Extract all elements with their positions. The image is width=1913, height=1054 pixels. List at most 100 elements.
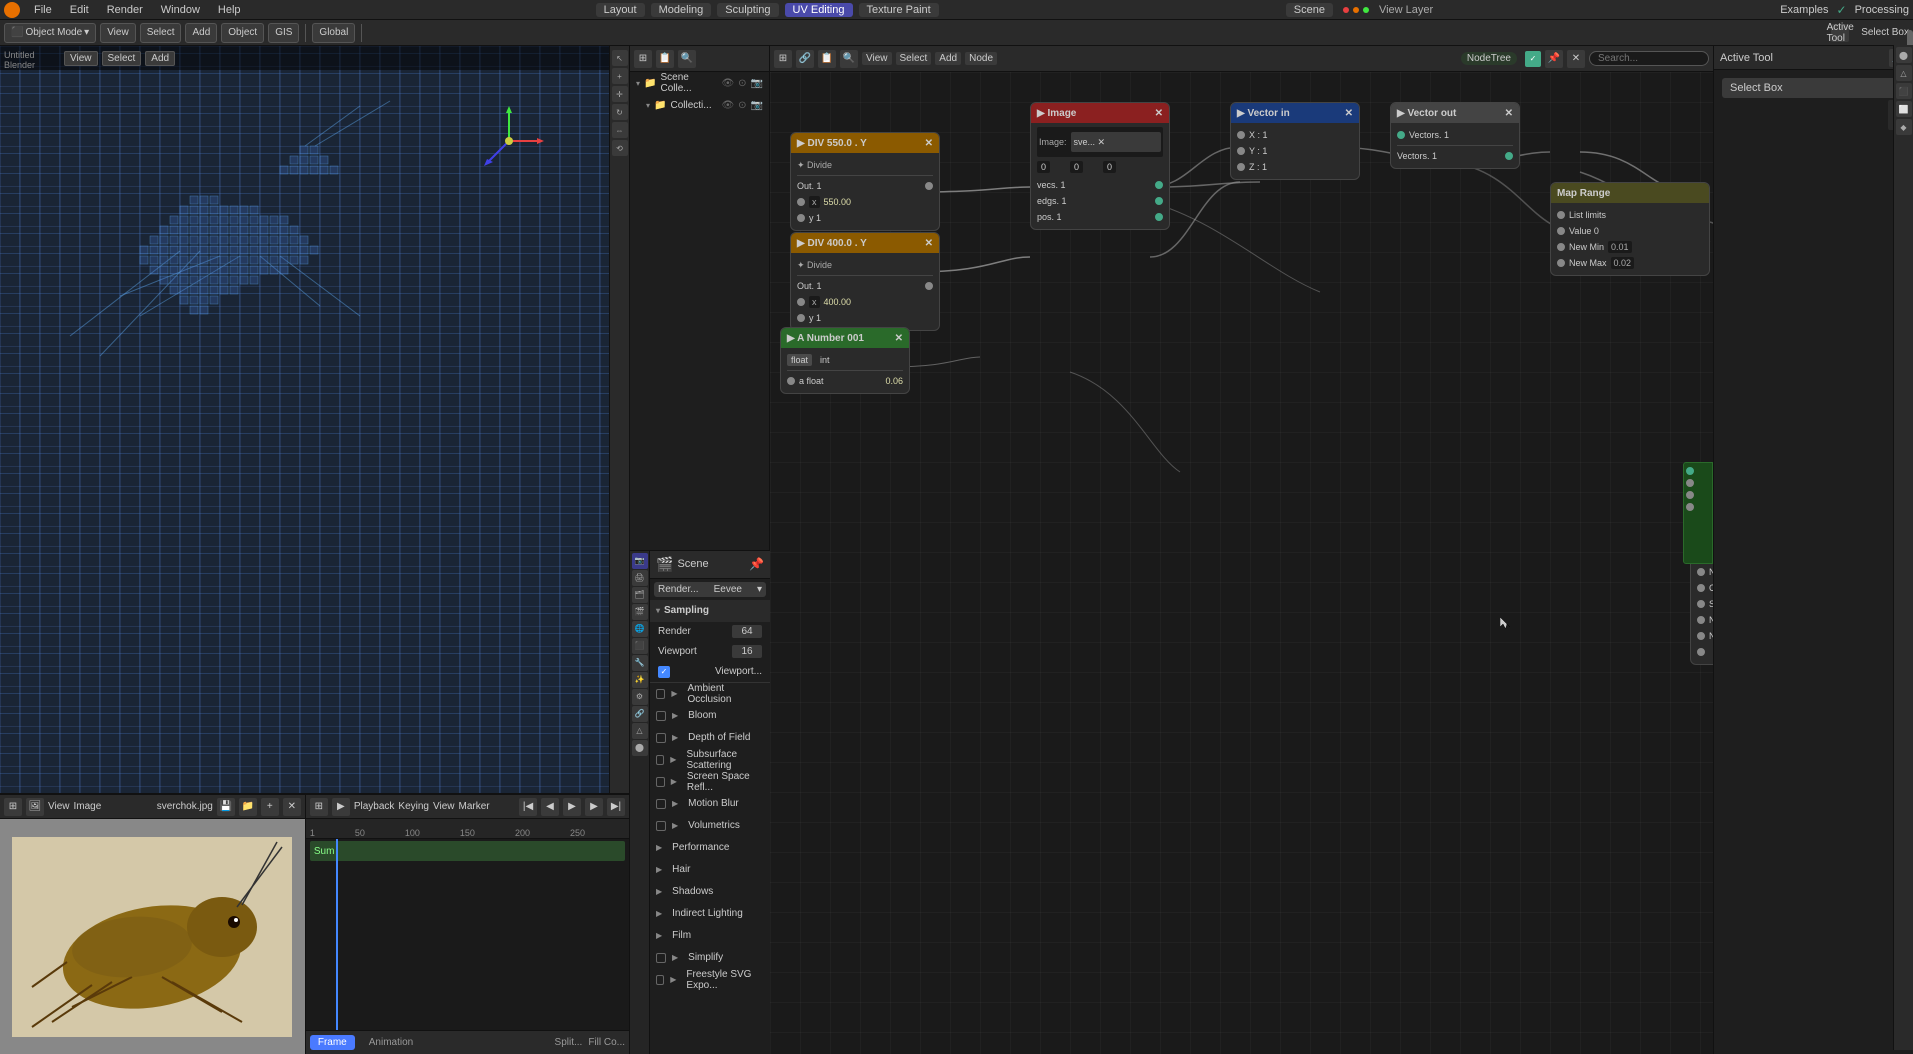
- film-item[interactable]: ▶ Film: [650, 925, 770, 947]
- plane-ny-sock[interactable]: [1697, 632, 1705, 640]
- simplify-checkbox[interactable]: [656, 953, 666, 963]
- outliner-filter-btn[interactable]: 🔍: [678, 50, 696, 68]
- mode-select[interactable]: ⬛ Object Mode ▾: [4, 23, 96, 43]
- performance-item[interactable]: ▶ Performance: [650, 837, 770, 859]
- vi-z-sock[interactable]: [1237, 163, 1245, 171]
- image-view-btn[interactable]: ⊞: [4, 798, 22, 816]
- ne-mode-btn[interactable]: ⊞: [774, 50, 792, 68]
- sculpting-btn[interactable]: Sculpting: [717, 3, 778, 17]
- ne-select-btn[interactable]: Select: [896, 52, 932, 65]
- menu-file[interactable]: File: [26, 2, 60, 18]
- ao-checkbox[interactable]: [656, 689, 665, 699]
- viewport-view-btn[interactable]: View: [64, 51, 98, 66]
- view-btn-tl[interactable]: View: [433, 801, 455, 812]
- dof-item[interactable]: ▶ Depth of Field: [650, 727, 770, 749]
- data-prop-icon[interactable]: △: [632, 723, 648, 739]
- menu-help[interactable]: Help: [210, 2, 249, 18]
- mr-mx-in[interactable]: [1557, 259, 1565, 267]
- exclude-icon[interactable]: ⊙: [738, 78, 746, 89]
- sss-checkbox[interactable]: [656, 755, 664, 765]
- rn-sock4[interactable]: [1686, 503, 1694, 511]
- output-prop-icon[interactable]: 🖨: [632, 570, 648, 586]
- object-prop-icon[interactable]: ⬛: [632, 638, 648, 654]
- image-selector[interactable]: sve... ✕: [1071, 132, 1161, 152]
- vo-in-sock[interactable]: [1397, 131, 1405, 139]
- simplify-item[interactable]: ▶ Simplify: [650, 947, 770, 969]
- div400-close[interactable]: ✕: [925, 238, 933, 249]
- node-search-input[interactable]: [1589, 51, 1709, 66]
- edgs-socket[interactable]: [1155, 197, 1163, 205]
- pin-icon[interactable]: 📌: [749, 557, 764, 571]
- ne-filter-btn[interactable]: 🔍: [840, 50, 858, 68]
- select-box-btn[interactable]: Select Box: [1722, 78, 1905, 98]
- render-engine-dropdown[interactable]: Render... Eevee ▾: [654, 582, 766, 597]
- y-socket[interactable]: [797, 214, 805, 222]
- visibility-icon[interactable]: 👁: [721, 78, 734, 89]
- modifier-prop-icon[interactable]: 🔧: [632, 655, 648, 671]
- img-save-btn[interactable]: 💾: [217, 798, 235, 816]
- vol-checkbox[interactable]: [656, 821, 666, 831]
- rs-btn1[interactable]: ⬤: [1896, 47, 1912, 63]
- node-tree-label[interactable]: NodeTree: [1461, 52, 1517, 65]
- mb-checkbox[interactable]: [656, 799, 666, 809]
- layout-btn[interactable]: Layout: [596, 3, 645, 17]
- tl-start-btn[interactable]: |◀: [519, 798, 537, 816]
- camera-icon2[interactable]: 📷: [751, 100, 763, 111]
- outliner-mode-btn[interactable]: ⊞: [634, 50, 652, 68]
- sss-item[interactable]: ▶ Subsurface Scattering: [650, 749, 770, 771]
- dof-checkbox[interactable]: [656, 733, 666, 743]
- node-tree-check[interactable]: ✓: [1525, 51, 1541, 67]
- ne-node-btn[interactable]: Node: [965, 52, 997, 65]
- ne-pin-btn[interactable]: 📌: [1545, 50, 1563, 68]
- viewport-3d[interactable]: Untitled Blender View Select Add: [0, 46, 629, 794]
- out2-socket[interactable]: [925, 282, 933, 290]
- global-btn[interactable]: Global: [312, 23, 355, 43]
- tl-play-btn[interactable]: ▶: [563, 798, 581, 816]
- animation-tab[interactable]: Animation: [361, 1035, 421, 1050]
- examples-label[interactable]: Examples: [1780, 4, 1828, 16]
- plane-m-sock[interactable]: [1697, 648, 1705, 656]
- plane-nx-sock[interactable]: [1697, 616, 1705, 624]
- img-close-btn[interactable]: ✕: [283, 798, 301, 816]
- x2-socket[interactable]: [797, 298, 805, 306]
- vi-x-sock[interactable]: [1237, 131, 1245, 139]
- img-folder-btn[interactable]: 📁: [239, 798, 257, 816]
- image-close[interactable]: ✕: [1155, 108, 1163, 119]
- menu-edit[interactable]: Edit: [62, 2, 97, 18]
- rn-sock3[interactable]: [1686, 491, 1694, 499]
- freestyle-checkbox[interactable]: [656, 975, 664, 985]
- vecs-socket[interactable]: [1155, 181, 1163, 189]
- frame-tab[interactable]: Frame: [310, 1035, 355, 1050]
- an-out-socket[interactable]: [787, 377, 795, 385]
- split-label[interactable]: Split...: [555, 1037, 583, 1048]
- world-prop-icon[interactable]: 🌐: [632, 621, 648, 637]
- hair-item[interactable]: ▶ Hair: [650, 859, 770, 881]
- rn-sock2[interactable]: [1686, 479, 1694, 487]
- tool-rotate[interactable]: ↻: [612, 104, 628, 120]
- gis-btn[interactable]: GIS: [268, 23, 299, 43]
- rs-btn4[interactable]: ⬜: [1896, 101, 1912, 117]
- vi-close[interactable]: ✕: [1345, 108, 1353, 119]
- camera-icon[interactable]: 📷: [751, 78, 763, 89]
- physics-prop-icon[interactable]: ⚙: [632, 689, 648, 705]
- ne-add-menu-btn[interactable]: Add: [935, 52, 961, 65]
- viewport-add-btn[interactable]: Add: [145, 51, 175, 66]
- plane-sy-sock[interactable]: [1697, 600, 1705, 608]
- x-socket[interactable]: [797, 198, 805, 206]
- processing-label[interactable]: Processing: [1855, 4, 1909, 16]
- marker-btn[interactable]: Marker: [459, 801, 490, 812]
- view-label[interactable]: View: [48, 801, 70, 812]
- scene-prop-icon[interactable]: 🎬: [632, 604, 648, 620]
- vo-close[interactable]: ✕: [1505, 108, 1513, 119]
- sampling-header[interactable]: ▾ Sampling: [650, 600, 770, 622]
- tl-next-btn[interactable]: ▶: [585, 798, 603, 816]
- div550-close[interactable]: ✕: [925, 138, 933, 149]
- viewport-value[interactable]: 16: [732, 645, 762, 658]
- ne-x-btn[interactable]: ✕: [1567, 50, 1585, 68]
- texture-paint-btn[interactable]: Texture Paint: [859, 3, 939, 17]
- select-btn[interactable]: Select: [140, 23, 182, 43]
- view-btn[interactable]: View: [100, 23, 136, 43]
- view-layer-icon[interactable]: 🗂: [632, 587, 648, 603]
- viewport-denoising-checkbox[interactable]: ✓: [658, 666, 670, 678]
- bloom-item[interactable]: ▶ Bloom: [650, 705, 770, 727]
